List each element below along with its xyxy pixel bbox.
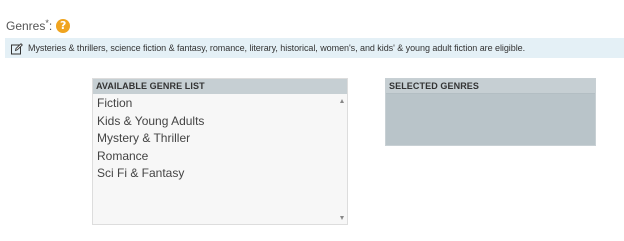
genre-option[interactable]: Sci Fi & Fantasy	[97, 165, 347, 183]
genres-label-colon: :	[48, 19, 53, 33]
available-genre-list-header: AVAILABLE GENRE LIST	[93, 79, 347, 94]
genre-option[interactable]: Mystery & Thriller	[97, 130, 347, 148]
help-icon[interactable]: ?	[56, 19, 71, 33]
available-genre-list: AVAILABLE GENRE LIST Fiction Kids & Youn…	[92, 78, 348, 225]
genres-label: Genres * : ?	[6, 17, 71, 35]
eligibility-info-bar: Mysteries & thrillers, science fiction &…	[5, 38, 624, 58]
scroll-down-arrow-icon[interactable]	[340, 216, 344, 220]
genre-option[interactable]: Kids & Young Adults	[97, 113, 347, 131]
genre-list: Fiction Kids & Young Adults Mystery & Th…	[93, 94, 347, 183]
genre-option[interactable]: Romance	[97, 148, 347, 166]
edit-icon	[11, 42, 23, 55]
genres-label-text: Genres	[6, 19, 46, 33]
selected-genres-list[interactable]: SELECTED GENRES	[385, 78, 596, 146]
genre-option[interactable]: Fiction	[97, 95, 347, 113]
eligibility-info-text: Mysteries & thrillers, science fiction &…	[28, 43, 526, 53]
selected-genres-header: SELECTED GENRES	[386, 79, 595, 94]
scroll-up-arrow-icon[interactable]	[340, 99, 344, 103]
